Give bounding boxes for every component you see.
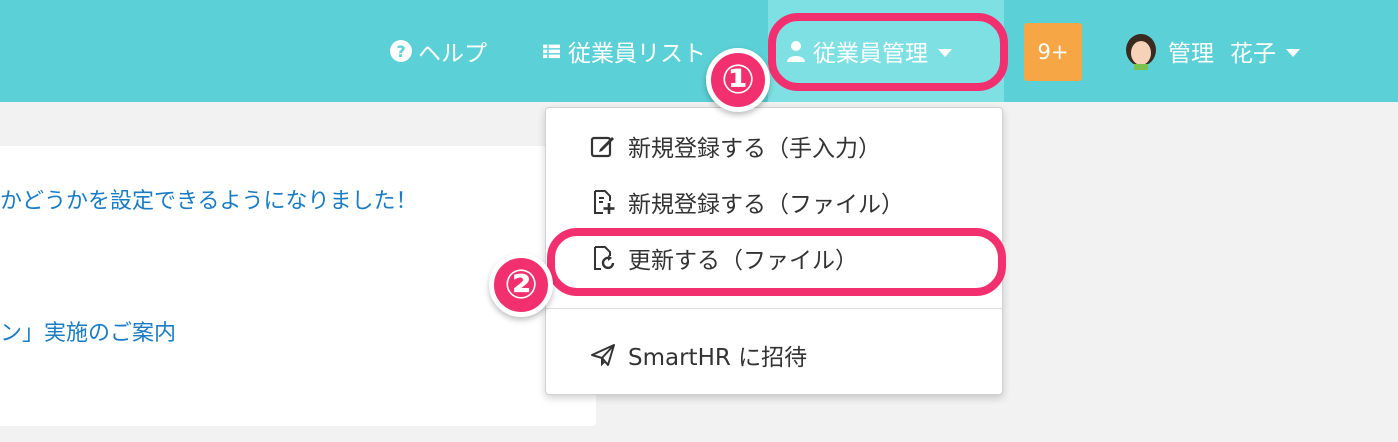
announcement-link[interactable]: かどうかを設定できるようになりました！ [0,183,418,215]
menu-item-register-file[interactable]: 新規登録する（ファイル） [590,182,904,222]
announcement-link[interactable]: ン」実施のご案内 [0,315,176,347]
paper-plane-icon [591,344,615,367]
help-label: ヘルプ [418,41,487,67]
chevron-down-icon [1286,48,1300,57]
user-menu[interactable]: 管理 花子 [1124,0,1300,102]
avatar [1126,34,1156,70]
step-number-1: ① [706,48,770,112]
user-first-name: 花子 [1230,41,1276,67]
menu-item-label: 新規登録する（手入力） [628,136,881,162]
question-icon: ? [390,40,412,62]
menu-item-label: 新規登録する（ファイル） [628,192,904,218]
step-number-2: ② [489,253,553,317]
dropdown-divider [546,308,1002,309]
top-header: ? ヘルプ 従業員リスト 従業員管理 9+ 管理 花子 [0,0,1398,102]
employee-list-link[interactable]: 従業員リスト [543,0,706,102]
employee-list-label: 従業員リスト [568,41,706,67]
notification-badge[interactable]: 9+ [1024,23,1082,81]
help-link[interactable]: ? ヘルプ [390,0,487,102]
annotation-highlight-2 [547,228,1006,296]
menu-item-register-manual[interactable]: 新規登録する（手入力） [590,126,881,166]
menu-item-label: SmartHR に招待 [628,345,808,371]
menu-item-invite[interactable]: SmartHR に招待 [590,335,807,375]
list-icon [543,44,560,59]
file-add-icon [594,190,615,214]
edit-icon [590,136,614,158]
user-last-name: 管理 [1168,41,1214,67]
annotation-highlight-1 [768,13,1008,91]
